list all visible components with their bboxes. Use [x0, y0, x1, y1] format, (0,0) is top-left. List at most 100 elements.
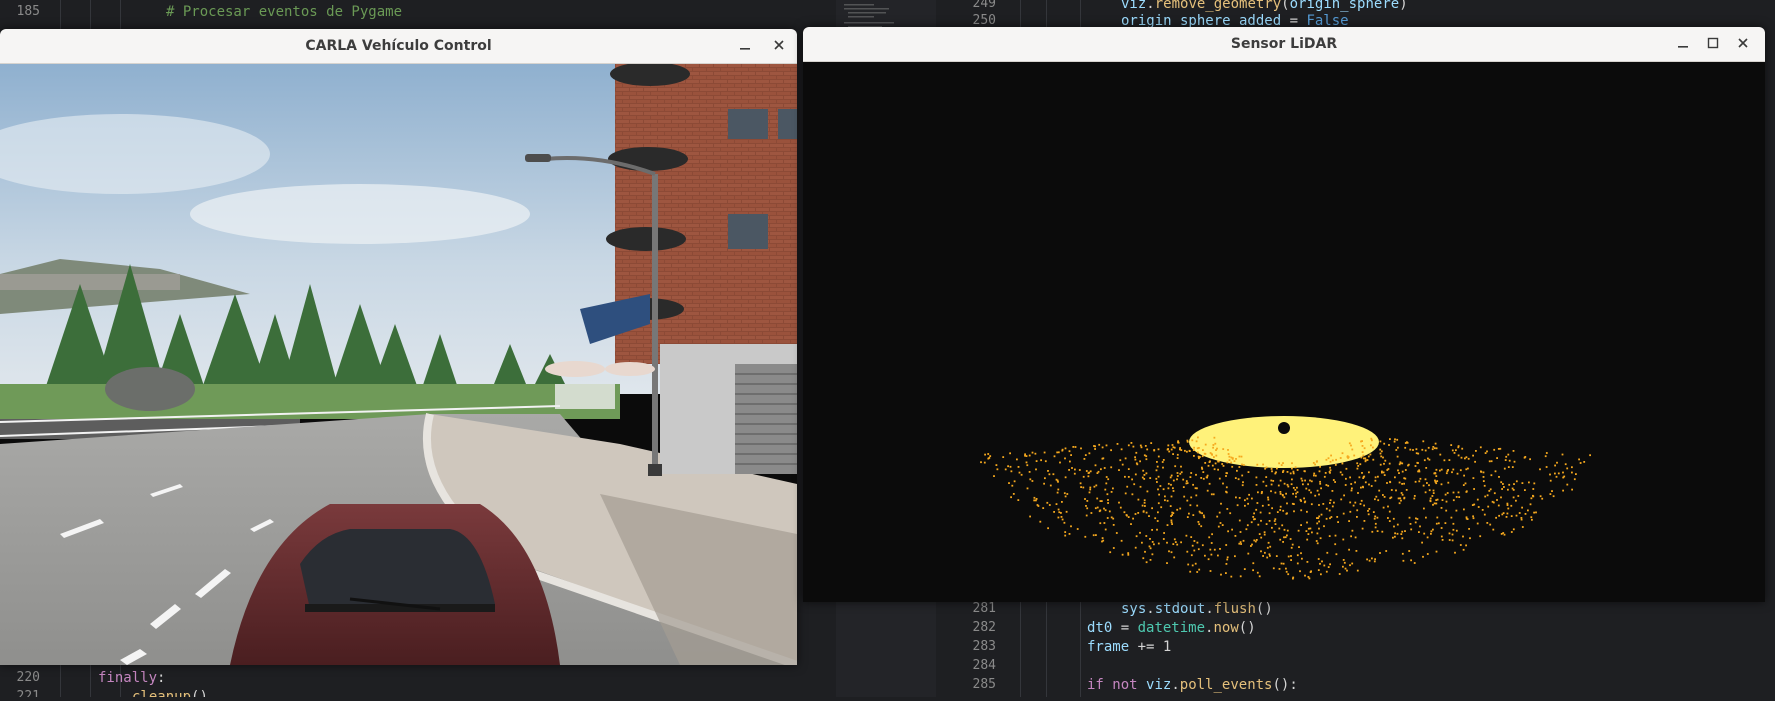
lidar-point	[1204, 453, 1207, 455]
lidar-point	[1394, 438, 1396, 441]
code-line[interactable]: sys.stdout.flush()	[1121, 601, 1273, 617]
lidar-point	[1248, 493, 1250, 496]
lidar-point	[1342, 538, 1345, 541]
lidar-point	[1426, 482, 1428, 484]
lidar-point	[1357, 492, 1359, 494]
code-line[interactable]: # Procesar eventos de Pygame	[166, 4, 402, 20]
lidar-point	[1266, 546, 1269, 549]
minimize-icon[interactable]	[1673, 33, 1693, 53]
lidar-point	[1532, 488, 1535, 490]
lidar-point	[1229, 512, 1232, 515]
lidar-point	[1143, 474, 1146, 476]
lidar-point	[1064, 495, 1067, 498]
lidar-point-cloud-view[interactable]	[803, 62, 1765, 602]
code-line[interactable]: if not viz.poll_events():	[1087, 677, 1298, 693]
lidar-point	[1265, 447, 1268, 450]
lidar-point	[1196, 447, 1199, 450]
code-line[interactable]: finally:	[98, 670, 165, 686]
lidar-point	[1135, 451, 1138, 454]
lidar-point	[1413, 562, 1416, 564]
lidar-point	[1448, 459, 1451, 461]
lidar-point	[1241, 453, 1244, 456]
lidar-point	[1451, 539, 1454, 542]
lidar-point	[1255, 508, 1258, 511]
lidar-point	[1356, 467, 1359, 470]
lidar-point	[1323, 450, 1325, 453]
lidar-point	[983, 461, 986, 464]
lidar-point	[1418, 531, 1420, 533]
lidar-point	[1286, 483, 1289, 486]
lidar-point	[1257, 442, 1260, 445]
lidar-point	[1134, 458, 1137, 461]
lidar-point-cloud	[980, 416, 1591, 580]
lidar-point	[1174, 541, 1177, 543]
lidar-point	[1191, 439, 1194, 442]
lidar-window-titlebar[interactable]: Sensor LiDAR	[803, 27, 1765, 62]
lidar-point	[1096, 497, 1099, 500]
lidar-point	[1080, 486, 1082, 488]
lidar-point	[1308, 457, 1311, 459]
lidar-point	[1486, 522, 1489, 524]
lidar-point	[1256, 502, 1259, 504]
lidar-point	[1201, 466, 1203, 469]
lidar-point	[1094, 448, 1096, 450]
lidar-point	[1326, 551, 1329, 554]
lidar-point	[1166, 524, 1169, 526]
lidar-point	[1541, 497, 1544, 500]
carla-camera-view[interactable]	[0, 62, 797, 665]
lidar-point	[1395, 449, 1398, 451]
code-token: .	[1205, 601, 1214, 617]
lidar-point	[1157, 542, 1160, 545]
lidar-point	[1352, 504, 1355, 507]
lidar-point	[1288, 460, 1290, 463]
lidar-point	[1209, 570, 1212, 572]
lidar-point	[1432, 492, 1435, 494]
lidar-point	[1169, 476, 1172, 479]
minimize-icon[interactable]	[735, 35, 755, 55]
lidar-point	[1477, 506, 1480, 508]
lidar-point	[1241, 474, 1244, 477]
lidar-point	[1367, 513, 1370, 516]
lidar-point	[1388, 510, 1391, 513]
sensor-lidar-window[interactable]: Sensor LiDAR	[803, 27, 1765, 602]
close-icon[interactable]	[769, 35, 789, 55]
lidar-point	[1524, 456, 1527, 458]
lidar-point	[1362, 454, 1365, 457]
lidar-point	[1354, 481, 1356, 484]
carla-vehicle-control-window[interactable]: CARLA Vehículo Control	[0, 29, 797, 665]
code-token: .	[1146, 601, 1155, 617]
lidar-point	[1513, 460, 1516, 463]
lidar-point	[1132, 445, 1135, 448]
lidar-point	[1302, 452, 1305, 455]
lidar-point	[1295, 461, 1297, 464]
lidar-point	[1355, 550, 1358, 552]
lidar-point	[1311, 452, 1314, 455]
lidar-point	[1282, 462, 1284, 464]
lidar-point	[1400, 533, 1403, 535]
lidar-point	[1112, 524, 1115, 526]
lidar-point	[1334, 481, 1336, 483]
lidar-point	[1053, 511, 1055, 513]
carla-window-titlebar[interactable]: CARLA Vehículo Control	[0, 29, 797, 64]
lidar-point	[1435, 499, 1438, 501]
close-icon[interactable]	[1733, 33, 1753, 53]
lidar-point	[1512, 450, 1515, 452]
lidar-point	[1311, 447, 1314, 450]
lidar-point	[1392, 536, 1394, 539]
code-line[interactable]: dt0 = datetime.now()	[1087, 620, 1256, 636]
maximize-icon[interactable]	[1703, 33, 1723, 53]
lidar-point	[993, 475, 995, 477]
lidar-point	[1351, 448, 1354, 451]
code-line[interactable]: cleanup()	[132, 689, 208, 697]
lidar-point	[1253, 512, 1255, 515]
lidar-point	[1172, 453, 1174, 455]
lidar-point	[1225, 544, 1228, 546]
lidar-point	[1066, 493, 1069, 495]
code-line[interactable]: frame += 1	[1087, 639, 1171, 655]
lidar-point	[1231, 465, 1234, 468]
lidar-point	[1373, 517, 1376, 520]
lidar-point	[1434, 479, 1436, 482]
lidar-point	[1196, 451, 1199, 454]
code-line[interactable]: viz.remove_geometry(origin_sphere)	[1121, 0, 1408, 12]
lidar-point	[1310, 491, 1312, 494]
